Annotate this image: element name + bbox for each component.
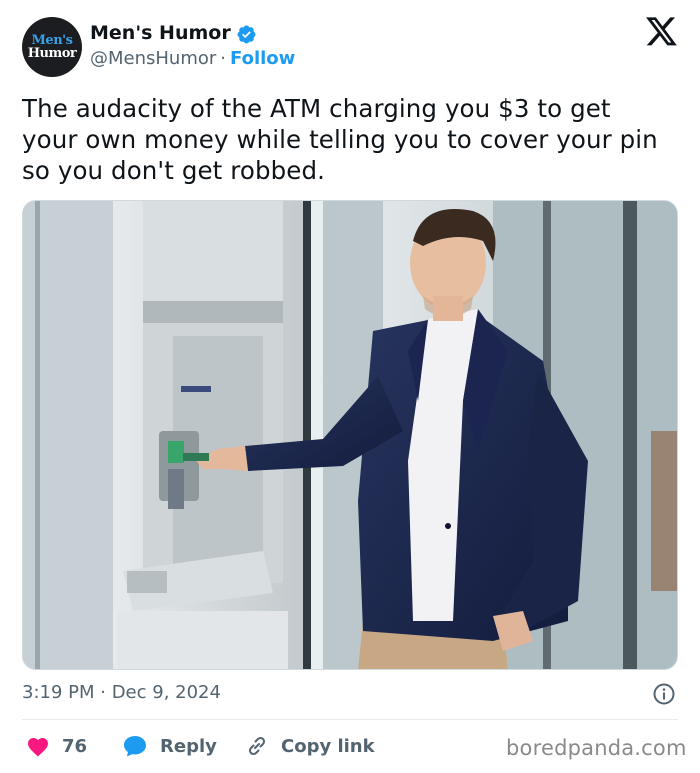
tweet-photo[interactable] <box>22 200 678 670</box>
avatar-text-mens: Men's <box>31 32 73 48</box>
info-icon[interactable] <box>652 682 676 706</box>
source-watermark: boredpanda.com <box>506 736 687 760</box>
copy-link-label: Copy link <box>281 735 375 757</box>
reply-button[interactable]: Reply <box>122 733 217 759</box>
heart-icon <box>28 738 48 757</box>
avatar[interactable]: Men's Humor <box>22 17 82 77</box>
like-count: 76 <box>62 735 88 757</box>
follow-button[interactable]: Follow <box>230 48 295 69</box>
like-button[interactable]: 76 <box>26 733 87 759</box>
tweet-timestamp[interactable]: 3:19 PM · Dec 9, 2024 <box>22 682 221 703</box>
copy-link-button[interactable]: Copy link <box>245 733 375 759</box>
link-icon <box>248 736 266 756</box>
atm-photo-illustration <box>23 201 677 669</box>
x-logo-icon[interactable] <box>646 17 678 47</box>
separator-dot: · <box>220 48 227 69</box>
tweet-card: Men's Humor Men's Humor @MensHumor · Follo… <box>0 0 700 773</box>
tweet-text: The audacity of the ATM charging you $3 … <box>22 94 658 185</box>
reply-label: Reply <box>160 735 217 757</box>
avatar-text-humor: Humor <box>27 45 77 61</box>
verified-badge-icon <box>237 25 256 44</box>
display-name[interactable]: Men's Humor <box>90 22 231 44</box>
reply-bubble-icon <box>124 736 146 757</box>
divider <box>22 719 678 720</box>
user-handle[interactable]: @MensHumor <box>90 48 216 69</box>
handle-row: @MensHumor · Follow <box>90 48 295 69</box>
